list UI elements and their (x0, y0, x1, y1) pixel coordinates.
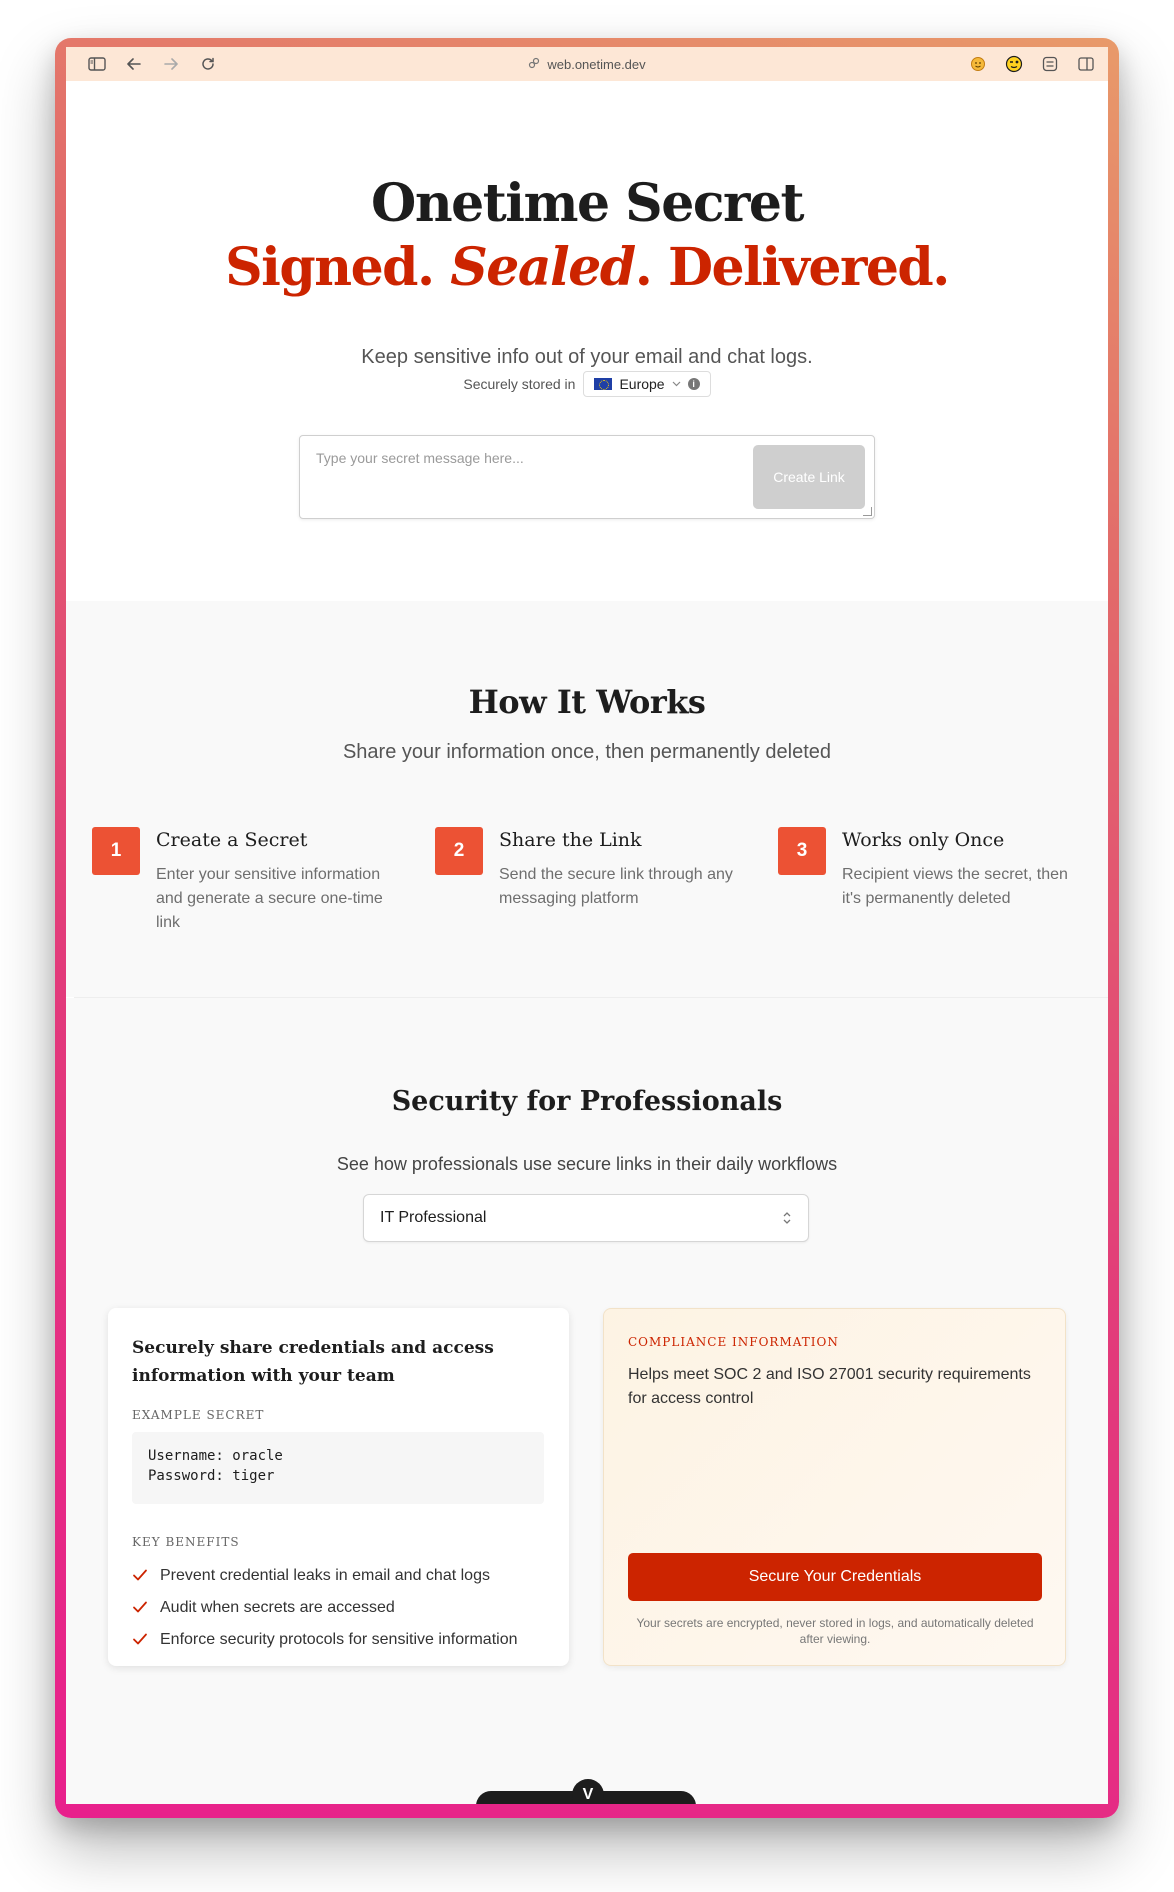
back-icon[interactable] (115, 52, 152, 76)
tagline-sealed: Sealed (450, 237, 636, 298)
role-select[interactable]: IT Professional (363, 1194, 809, 1242)
list-item: Audit when secrets are accessed (132, 1592, 517, 1624)
hero-tagline: Signed. Sealed. Delivered. (66, 237, 1108, 298)
how-it-works-subtitle: Share your information once, then perman… (342, 741, 832, 763)
chevron-down-icon (672, 381, 681, 387)
check-icon (132, 1631, 150, 1649)
lock-icon (528, 57, 540, 72)
secret-message-input[interactable] (300, 436, 740, 516)
resize-handle-icon[interactable] (863, 507, 872, 516)
step-number-badge: 3 (778, 827, 826, 875)
step-title: Share the Link (499, 829, 642, 851)
extension-wink-icon[interactable] (1002, 52, 1026, 76)
step-number-badge: 1 (92, 827, 140, 875)
list-item: Prevent credential leaks in email and ch… (132, 1560, 517, 1592)
region-name: Europe (619, 376, 665, 392)
benefits-list: Prevent credential leaks in email and ch… (132, 1560, 517, 1656)
example-secret-label: EXAMPLE SECRET (132, 1408, 265, 1422)
use-case-title: Securely share credentials and access in… (132, 1338, 494, 1386)
secret-form: Create Link (299, 435, 875, 519)
example-secret-code: Username: oracle Password: tiger (132, 1432, 544, 1504)
benefit-text: Enforce security protocols for sensitive… (160, 1631, 518, 1648)
step-description: Enter your sensitive information and gen… (156, 866, 383, 931)
browser-window: web.onetime.dev Onetime Secret Signed. S… (55, 38, 1119, 1818)
benefit-text: Prevent credential leaks in email and ch… (160, 1567, 490, 1584)
select-chevrons-icon (783, 1212, 791, 1224)
forward-icon[interactable] (152, 52, 189, 76)
step-title: Works only Once (842, 829, 1005, 851)
example-line: Username: oracle (148, 1448, 283, 1464)
secure-credentials-button[interactable]: Secure Your Credentials (628, 1553, 1042, 1601)
step-title: Create a Secret (156, 829, 308, 851)
browser-content: web.onetime.dev Onetime Secret Signed. S… (66, 47, 1108, 1804)
tagline-signed: Signed. (225, 237, 451, 298)
how-it-works-title: How It Works (468, 683, 706, 721)
how-it-works-section: How It Works Share your information once… (66, 601, 1108, 997)
compliance-card: COMPLIANCE INFORMATION Helps meet SOC 2 … (603, 1308, 1066, 1666)
browser-toolbar: web.onetime.dev (66, 47, 1108, 81)
step-number-badge: 2 (435, 827, 483, 875)
step-description: Send the secure link through any messagi… (499, 866, 733, 907)
vue-logo-icon[interactable]: V (572, 1779, 604, 1804)
hero-subtitle: Keep sensitive info out of your email an… (361, 346, 813, 368)
step-description: Recipient views the secret, then it's pe… (842, 866, 1068, 907)
split-view-icon[interactable] (1074, 52, 1098, 76)
info-icon[interactable]: i (687, 378, 700, 390)
reload-icon[interactable] (189, 52, 226, 76)
hero-section: Onetime Secret Signed. Sealed. Delivered… (66, 81, 1108, 601)
key-benefits-label: KEY BENEFITS (132, 1535, 240, 1549)
devtools-bar[interactable]: V (476, 1779, 696, 1804)
benefit-text: Audit when secrets are accessed (160, 1599, 395, 1616)
professionals-title: Security for Professionals (391, 1086, 783, 1117)
region-row: Securely stored in Europe i (66, 371, 1108, 397)
sidebar-icon[interactable] (78, 52, 115, 76)
list-item: Enforce security protocols for sensitive… (132, 1624, 517, 1656)
extension-face-icon[interactable] (966, 52, 990, 76)
url-text: web.onetime.dev (547, 56, 646, 72)
compliance-label: COMPLIANCE INFORMATION (628, 1335, 839, 1349)
example-line: Password: tiger (148, 1468, 275, 1484)
professionals-subtitle: See how professionals use secure links i… (336, 1154, 838, 1174)
extension-list-icon[interactable] (1038, 52, 1062, 76)
use-case-card: Securely share credentials and access in… (108, 1308, 569, 1666)
stored-label: Securely stored in (463, 376, 576, 392)
security-note: Your secrets are encrypted, never stored… (636, 1616, 1034, 1646)
role-select-value: IT Professional (380, 1209, 487, 1226)
page-title: Onetime Secret (371, 173, 804, 234)
tagline-delivered: . Delivered. (634, 237, 951, 298)
professionals-section: Security for Professionals See how profe… (66, 998, 1108, 1804)
create-link-button[interactable]: Create Link (753, 445, 865, 509)
check-icon (132, 1599, 150, 1617)
region-selector[interactable]: Europe i (583, 371, 711, 397)
eu-flag-icon (594, 378, 613, 390)
check-icon (132, 1567, 150, 1585)
compliance-text: Helps meet SOC 2 and ISO 27001 security … (628, 1366, 1031, 1407)
